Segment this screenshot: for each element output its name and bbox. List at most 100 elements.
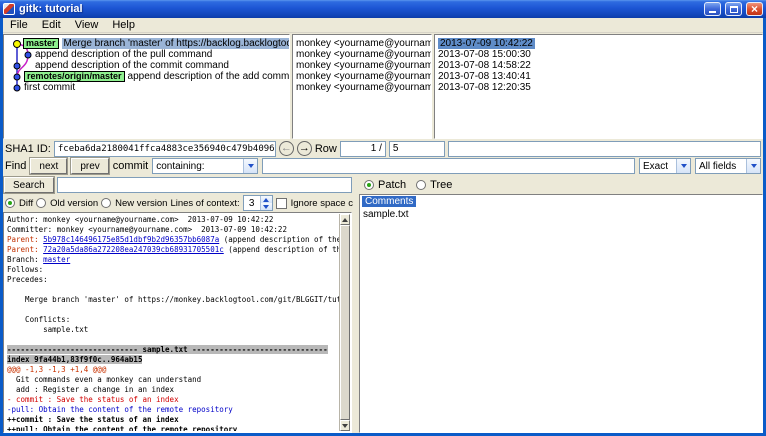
author-row[interactable]: monkey <yourname@yourname.com>	[293, 38, 431, 49]
chevron-down-icon[interactable]	[676, 159, 690, 173]
old-version-label: Old version	[50, 198, 98, 209]
branch-link[interactable]: master	[43, 255, 70, 264]
find-prev-button[interactable]: prev	[71, 158, 108, 174]
diff-context-line: Git commands even a monkey can understan…	[7, 375, 201, 384]
view-toggle-bar: Patch Tree	[360, 176, 763, 194]
lines-of-context-label: Lines of context:	[170, 198, 239, 209]
date-row[interactable]: 2013-07-08 13:40:41	[435, 71, 762, 82]
date-text: 2013-07-08 15:00:30	[438, 49, 531, 60]
find-next-button[interactable]: next	[30, 158, 67, 174]
close-button[interactable]	[746, 2, 763, 16]
search-input[interactable]	[57, 177, 352, 193]
back-arrow-button[interactable]: ←	[279, 141, 294, 156]
chevron-down-icon[interactable]	[746, 159, 760, 173]
radio-icon	[36, 198, 46, 208]
diff-pane[interactable]: Author: monkey <yourname@yourname.com> 2…	[3, 212, 352, 433]
commit-row[interactable]: master Merge branch 'master' of https://…	[4, 38, 289, 49]
scrollbar-thumb[interactable]	[340, 225, 350, 420]
commit-row[interactable]: append description of the pull command	[4, 49, 289, 60]
parent-sha-link[interactable]: 5b978c146496175e85d1dbf9b2d96357bb6087a	[43, 235, 219, 244]
menu-file[interactable]: File	[3, 18, 35, 33]
date-text: 2013-07-08 13:40:41	[438, 71, 531, 82]
author-row[interactable]: monkey <yourname@yourname.com>	[293, 71, 431, 82]
comments-item[interactable]: Comments	[360, 195, 762, 208]
spin-up-icon[interactable]	[261, 196, 272, 203]
find-bar: Find next prev commit containing: Exact …	[3, 157, 763, 175]
diff-parent-line: Parent: 5b978c146496175e85d1dbf9b2d96357…	[7, 235, 339, 245]
search-bar: Search	[3, 176, 353, 194]
radio-icon	[364, 180, 374, 190]
diff-added-line: ++commit : Save the status of an index	[7, 415, 179, 424]
radio-icon	[101, 198, 111, 208]
search-button[interactable]: Search	[4, 177, 54, 193]
date-row[interactable]: 2013-07-08 12:20:35	[435, 82, 762, 93]
diff-conflicts-file: sample.txt	[7, 325, 88, 334]
diff-parent-line: Parent: 72a20a5da86a272208ea247039cb6893…	[7, 245, 339, 255]
date-text: 2013-07-08 14:58:22	[438, 60, 531, 71]
title-bar[interactable]: gitk: tutorial	[0, 0, 766, 18]
file-list-pane[interactable]: Comments sample.txt	[359, 194, 763, 433]
row-label: Row	[315, 143, 337, 155]
diff-merge-message: Merge branch 'master' of https://monkey.…	[7, 295, 339, 304]
scroll-up-icon[interactable]	[340, 214, 350, 225]
lines-of-context-stepper[interactable]: 3	[243, 195, 273, 211]
diff-file-separator[interactable]: ----------------------------- sample.txt…	[7, 345, 328, 354]
patch-radio[interactable]: Patch	[364, 179, 406, 191]
commit-message: Merge branch 'master' of https://backlog…	[62, 38, 289, 49]
date-row[interactable]: 2013-07-09 10:42:22	[435, 38, 762, 49]
find-input[interactable]	[262, 158, 635, 174]
old-version-radio[interactable]: Old version	[36, 198, 98, 209]
diff-hunk-header: @@@ -1,3 -1,3 +1,4 @@@	[7, 365, 106, 374]
status-field[interactable]	[448, 141, 761, 157]
parent-sha-link[interactable]: 72a20a5da86a272208ea247039cb68931705501c	[43, 245, 224, 254]
commit-row[interactable]: remotes/origin/master append description…	[4, 71, 289, 82]
commit-row[interactable]: append description of the commit command	[4, 60, 289, 71]
author-row[interactable]: monkey <yourname@yourname.com>	[293, 60, 431, 71]
date-row[interactable]: 2013-07-08 14:58:22	[435, 60, 762, 71]
diff-radio-label: Diff	[19, 198, 33, 209]
branch-label-master[interactable]: master	[23, 38, 59, 49]
radio-icon	[5, 198, 15, 208]
app-icon	[3, 3, 15, 15]
chevron-down-icon[interactable]	[243, 159, 257, 173]
commit-message: append description of the commit command	[35, 60, 229, 71]
date-row[interactable]: 2013-07-08 15:00:30	[435, 49, 762, 60]
spin-down-icon[interactable]	[261, 203, 272, 210]
menu-view[interactable]: View	[68, 18, 106, 33]
commit-message: append description of the add command	[128, 71, 289, 82]
forward-arrow-button[interactable]: →	[297, 141, 312, 156]
author-row[interactable]: monkey <yourname@yourname.com>	[293, 49, 431, 60]
maximize-button[interactable]	[725, 2, 742, 16]
row-current-field[interactable]: 1 /	[340, 141, 386, 157]
diff-conflicts-line: Conflicts:	[7, 315, 70, 324]
new-version-radio[interactable]: New version	[101, 198, 167, 209]
author-row[interactable]: monkey <yourname@yourname.com>	[293, 82, 431, 93]
scroll-down-icon[interactable]	[340, 420, 350, 431]
menu-edit[interactable]: Edit	[35, 18, 68, 33]
menu-help[interactable]: Help	[105, 18, 142, 33]
containing-select[interactable]: containing:	[152, 158, 258, 174]
tree-radio[interactable]: Tree	[416, 179, 452, 191]
author-text: monkey <yourname@yourname.com>	[296, 60, 431, 71]
commit-row[interactable]: first commit	[4, 82, 289, 93]
diff-committer-line: Committer: monkey <yourname@yourname.com…	[7, 225, 287, 234]
diff-radio[interactable]: Diff	[5, 198, 33, 209]
match-type-value: Exact	[643, 161, 668, 172]
date-pane[interactable]: 2013-07-09 10:42:22 2013-07-08 15:00:30 …	[434, 34, 763, 139]
new-version-label: New version	[115, 198, 167, 209]
sha-bar: SHA1 ID: fceba6da2180041ffca4883ce356940…	[3, 140, 763, 157]
containing-select-value: containing:	[156, 161, 204, 172]
fields-select[interactable]: All fields	[695, 158, 761, 174]
find-label: Find	[5, 160, 26, 172]
author-text: monkey <yourname@yourname.com>	[296, 82, 431, 93]
diff-removed-line: - commit : Save the status of an index	[7, 395, 179, 404]
branch-label-origin-master[interactable]: remotes/origin/master	[24, 71, 125, 82]
match-type-select[interactable]: Exact	[639, 158, 691, 174]
diff-scrollbar[interactable]	[339, 214, 350, 431]
commit-graph-pane[interactable]: master Merge branch 'master' of https://…	[3, 34, 290, 139]
sha1-input[interactable]: fceba6da2180041ffca4883ce356940c479b4096	[54, 141, 276, 157]
file-list-item[interactable]: sample.txt	[360, 208, 762, 221]
author-pane[interactable]: monkey <yourname@yourname.com> monkey <y…	[292, 34, 432, 139]
row-total-field[interactable]: 5	[389, 141, 445, 157]
minimize-button[interactable]	[704, 2, 721, 16]
